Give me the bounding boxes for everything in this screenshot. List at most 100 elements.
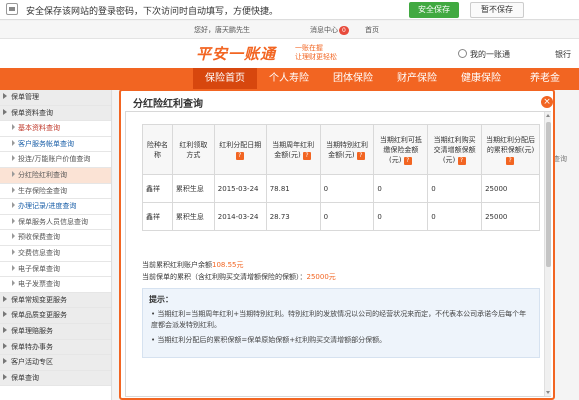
sidebar-item[interactable]: 投连/万能账户价值查询 [0,152,111,168]
message-center-label: 消息中心 [310,26,338,34]
sidebar-item[interactable]: 客户服务帐单查询 [0,137,111,153]
dialog-body: 险种名称 红利领取方式 红利分配日期 ? 当期周年红利金额(元) ? 当期特别红… [125,111,551,397]
save-password-button[interactable]: 安全保存 [409,2,459,18]
bank-link[interactable]: 银行 [555,49,571,60]
arrow-icon [12,264,15,271]
help-icon[interactable]: ? [356,151,365,160]
sidebar-item[interactable]: 办理记录/进度查询 [0,199,111,215]
nav-tab-personal-life[interactable]: 个人寿险 [257,68,321,90]
left-sidebar: 保单管理保单资料查询基本资料查询客户服务帐单查询投连/万能账户价值查询 分红险红利… [0,90,112,400]
help-icon[interactable]: ? [457,156,466,165]
cell-special: 0 [319,174,375,203]
balance-label: 当前累积红利账户余额 [142,261,212,269]
sidebar-group[interactable]: 保单特办事务 [0,339,111,356]
sidebar-item-label: 分红险红利查询 [18,170,67,179]
help-icon[interactable]: ? [235,151,244,160]
sidebar-item-label: 投连/万能账户价值查询 [18,155,91,164]
password-save-message: 安全保存该网站的登录密码，下次访问时自动填写，方便快捷。 [26,7,279,17]
sidebar-item[interactable]: 基本资料查询 [0,121,111,137]
col-header-cumulative-label: 当期红利分配后的累积保额(元) [486,135,536,154]
sidebar-item-label: 保单资料查询 [11,108,53,117]
cell-annual: 78.81 [265,174,321,203]
cell-cumulative: 25000 [481,202,540,231]
arrow-icon [12,248,15,255]
cell-date: 2014-03-24 [213,202,267,231]
cell-product: 鑫祥 [142,202,173,231]
table-row: 鑫祥 累积生息 2015-03-24 78.81 0 0 0 25000 [142,174,540,203]
balance-value: 108.55元 [212,261,244,269]
dividend-table: 险种名称 红利领取方式 红利分配日期 ? 当期周年红利金额(元) ? 当期特别红… [142,124,540,231]
arrow-icon [3,295,7,302]
my-account-link[interactable]: 我的一账通 [458,49,510,60]
sidebar-item-label: 保单管理 [11,93,39,101]
col-header-product: 险种名称 [142,124,173,175]
arrow-icon [12,170,15,177]
col-header-paidup: 当期红利购买交清增额保额(元) ? [427,124,483,175]
col-header-offset: 当期红利可抵缴保险金额(元) ? [373,124,429,175]
help-icon[interactable]: ? [302,151,311,160]
cell-method: 累积生息 [171,202,215,231]
cell-special: 0 [319,202,375,231]
close-icon[interactable]: × [541,96,553,108]
sidebar-group[interactable]: 保单理赔服务 [0,323,111,340]
nav-tab-property-insurance[interactable]: 财产保险 [385,68,449,90]
sidebar-group[interactable]: 保单常规变更服务 [0,292,111,309]
dialog-scrollbar[interactable] [544,112,551,396]
sidebar-item-label: 客户活动专区 [11,358,53,367]
arrow-icon [12,217,15,224]
scroll-down-icon[interactable] [546,391,550,394]
sidebar-item[interactable]: 预收保费查询 [0,230,111,246]
cell-product: 鑫祥 [142,174,173,203]
nav-tab-pension[interactable]: 养老金 [513,68,577,90]
summary: 当前累积红利账户余额108.55元 当前保单的累积（含红利购买交清增额保险的保额… [142,259,336,283]
arrow-icon [12,155,15,162]
sidebar-group[interactable]: 保单查询 [0,370,111,387]
cell-cumulative: 25000 [481,174,540,203]
sidebar-item[interactable]: 生存保险金查询 [0,184,111,200]
arrow-icon [12,124,15,131]
col-header-annual: 当期周年红利金额(元) ? [265,124,321,175]
slogan: 一账在握 让理财更轻松 [295,44,337,62]
background-hint: 查询 [553,155,567,163]
arrow-icon [12,186,15,193]
sidebar-group[interactable]: 保单资料查询 [0,105,111,122]
sum-line: 当前保单的累积（含红利购买交清增额保险的保额）：25000元 [142,271,336,283]
col-header-cumulative: 当期红利分配后的累积保额(元) ? [481,124,540,175]
sidebar-item[interactable]: 分红险红利查询 [0,167,111,184]
scroll-up-icon[interactable] [546,114,550,117]
dividend-query-dialog: 分红险红利查询 × 险种名称 红利领取方式 红利分配日期 ? 当期周年红利金额(… [119,89,555,400]
sidebar-group[interactable]: 保单品质变更服务 [0,308,111,324]
sum-label: 当前保单的累积（含红利购买交清增额保险的保额）： [142,273,307,281]
sidebar-item[interactable]: 电子保单查询 [0,262,111,278]
arrow-icon [3,326,7,333]
sidebar-item[interactable]: 保单服务人员信息查询 [0,215,111,231]
message-center-link[interactable]: 消息中心 0 [310,25,349,35]
sidebar-group[interactable]: 客户活动专区 [0,355,111,371]
scroll-thumb[interactable] [546,122,551,267]
cell-paidup: 0 [427,174,483,203]
sidebar-item[interactable]: 电子发票查询 [0,277,111,293]
sidebar-item-label: 客户服务帐单查询 [18,139,74,148]
dont-save-button[interactable]: 暂不保存 [470,2,524,18]
help-icon[interactable]: ? [403,156,412,165]
logo[interactable]: 平安一账通 [196,43,276,64]
sidebar-item-label: 保单服务人员信息查询 [18,217,88,226]
sidebar-item-label: 保单品质变更服务 [11,311,67,320]
nav-tab-insurance-home[interactable]: 保险首页 [193,68,257,90]
table-header-row: 险种名称 红利领取方式 红利分配日期 ? 当期周年红利金额(元) ? 当期特别红… [142,124,540,175]
tips-line1: • 当期红利=当期周年红利+当期特别红利。特别红利的发放情况以公司的经营状况来而… [151,310,527,329]
sidebar-item-label: 预收保费查询 [18,233,60,242]
nav-tab-group-insurance[interactable]: 团体保险 [321,68,385,90]
help-icon[interactable]: ? [506,156,515,165]
dialog-title: 分红险红利查询 [133,99,203,110]
sidebar-item[interactable]: 交费信息查询 [0,246,111,262]
col-header-method: 红利领取方式 [171,124,215,175]
cell-paidup: 0 [427,202,483,231]
cell-annual: 28.73 [265,202,321,231]
greeting: 您好，唐天鹏先生 [194,26,250,34]
nav-tab-health-insurance[interactable]: 健康保险 [449,68,513,90]
sidebar-group[interactable]: 保单管理 [0,90,111,106]
home-link[interactable]: 首页 [365,25,379,35]
tips-heading: 提示： [149,295,173,304]
slogan-line2: 让理财更轻松 [295,53,337,61]
